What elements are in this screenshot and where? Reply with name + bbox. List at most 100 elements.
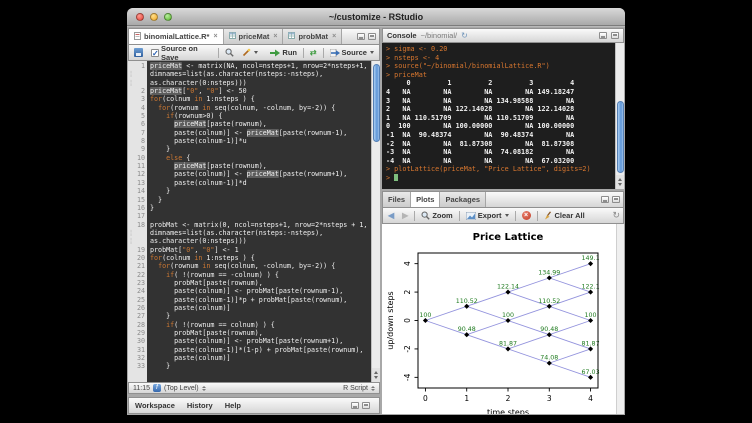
svg-text:Price Lattice: Price Lattice	[473, 232, 544, 243]
maximize-pane-icon[interactable]	[368, 33, 376, 40]
scrollbar-thumb[interactable]	[373, 64, 380, 142]
tab-files[interactable]: Files	[383, 192, 411, 207]
scrollbar-arrows[interactable]	[372, 368, 380, 382]
code-line[interactable]: priceMat <- matrix(NA, ncol=nsteps+1, nr…	[150, 62, 380, 70]
console-matrix-row: 4 NA NA NA NA 149.18247	[386, 88, 612, 97]
tab-workspace[interactable]: Workspace	[135, 401, 175, 410]
scrollbar-arrows[interactable]	[616, 175, 624, 189]
line-number: 18	[128, 221, 145, 229]
code-line[interactable]: }	[150, 204, 380, 212]
code-line[interactable]: priceMat[paste(rownum),	[150, 162, 380, 170]
up-down-icon	[202, 386, 206, 391]
code-line[interactable]: }	[150, 196, 380, 204]
code-line[interactable]: probMat[paste(rownum),	[150, 329, 380, 337]
minimize-pane-icon[interactable]	[599, 32, 607, 39]
code-line[interactable]: paste(colnum-1)]*p + probMat[paste(rownu…	[150, 296, 380, 304]
minimize-pane-icon[interactable]	[351, 402, 359, 409]
code-line[interactable]: paste(colnum-1)]*d	[150, 179, 380, 187]
window-titlebar[interactable]: ~/customize - RStudio	[127, 8, 625, 26]
code-editor[interactable]: 1¦¦23456789101112131415161718¦¦192021222…	[128, 61, 380, 382]
tab-plots[interactable]: Plots	[411, 192, 440, 207]
code-line[interactable]	[150, 212, 380, 220]
code-line[interactable]: for(colnum in 1:nsteps ) {	[150, 254, 380, 262]
find-replace-button[interactable]	[223, 47, 236, 58]
clear-all-plots-button[interactable]: Clear All	[542, 210, 587, 221]
console-scrollbar[interactable]	[615, 43, 624, 189]
code-line[interactable]: }	[150, 312, 380, 320]
svg-text:2: 2	[506, 394, 511, 403]
code-line[interactable]: paste(colnum)] <- probMat[paste(rownum+1…	[150, 337, 380, 345]
go-to-directory-icon[interactable]: ↻	[461, 31, 468, 40]
maximize-pane-icon[interactable]	[612, 196, 620, 203]
code-line[interactable]: as.character(0:nsteps)))	[150, 79, 380, 87]
source-on-save-checkbox[interactable]: ✓ Source on Save	[149, 43, 214, 63]
scrollbar-thumb[interactable]	[617, 101, 624, 173]
close-tab-icon[interactable]: ×	[332, 33, 336, 40]
editor-scrollbar[interactable]	[371, 61, 380, 382]
save-button[interactable]	[132, 47, 145, 58]
scope-selector[interactable]: (Top Level)	[164, 385, 199, 392]
close-tab-icon[interactable]: ×	[213, 33, 217, 40]
code-line[interactable]: paste(colnum)]	[150, 354, 380, 362]
code-line[interactable]: paste(colnum)] <- priceMat[paste(rownum-…	[150, 129, 380, 137]
rerun-icon: ⇄	[310, 49, 317, 57]
code-line[interactable]: if(rownum>0) {	[150, 112, 380, 120]
tab-help[interactable]: Help	[225, 401, 241, 410]
code-line[interactable]: as.character(0:nsteps)))	[150, 237, 380, 245]
code-line[interactable]: paste(colnum)]	[150, 304, 380, 312]
tab-history[interactable]: History	[187, 401, 213, 410]
code-line[interactable]: for(colnum in 1:nsteps ) {	[150, 95, 380, 103]
code-line[interactable]: paste(colnum)] <- priceMat[paste(rownum+…	[150, 170, 380, 178]
export-plot-button[interactable]: Export	[464, 210, 511, 221]
refresh-plots-icon[interactable]: ↻	[612, 210, 620, 221]
code-line[interactable]: paste(colnum-1)]*(1-p) + probMat[paste(r…	[150, 346, 380, 354]
code-line[interactable]: probMat[paste(rownum),	[150, 279, 380, 287]
console-matrix-row: 1 NA 110.51709 NA 110.51709 NA	[386, 114, 612, 123]
code-line[interactable]: priceMat["0", "0"] <- 50	[150, 87, 380, 95]
tab-binomiallattice-r-[interactable]: binomialLattice.R* ×	[129, 29, 224, 44]
code-line[interactable]: paste(colnum)] <- probMat[paste(rownum-1…	[150, 287, 380, 295]
code-line[interactable]: paste(colnum-1)]*u	[150, 137, 380, 145]
tab-packages[interactable]: Packages	[440, 192, 486, 207]
code-line[interactable]: probMat <- matrix(0, ncol=nsteps+1, nrow…	[150, 221, 380, 229]
close-window-button[interactable]	[136, 13, 144, 21]
tab-pricemat[interactable]: priceMat×	[224, 29, 284, 44]
code-line[interactable]: }	[150, 187, 380, 195]
source-button[interactable]: Source	[328, 47, 376, 58]
next-plot-button[interactable]: ▶	[400, 211, 410, 221]
zoom-plot-button[interactable]: Zoom	[419, 210, 454, 221]
minimize-pane-icon[interactable]	[357, 33, 365, 40]
code-line[interactable]: probMat["0", "0"] <- 1	[150, 246, 380, 254]
scope-icon: f	[153, 384, 161, 392]
right-column: Console ~/binomial/ ↻ > sigma <- 0.20> n…	[382, 28, 624, 414]
minimize-window-button[interactable]	[150, 13, 158, 21]
code-line[interactable]: }	[150, 362, 380, 370]
previous-plot-button[interactable]: ◀	[386, 211, 396, 221]
code-line[interactable]: priceMat[paste(rownum),	[150, 120, 380, 128]
code-line[interactable]: else {	[150, 154, 380, 162]
minimize-pane-icon[interactable]	[601, 196, 609, 203]
code-line[interactable]: for(rownum in seq(colnum, -colnum, by=-2…	[150, 262, 380, 270]
code-line[interactable]: dimnames=list(as.character(nsteps:-nstep…	[150, 70, 380, 78]
code-tools-button[interactable]	[240, 47, 260, 58]
tab-probmat[interactable]: probMat×	[283, 29, 342, 44]
svg-text:74.08: 74.08	[540, 355, 558, 362]
rerun-button[interactable]: ⇄	[308, 48, 319, 58]
plot-scrollbar[interactable]	[616, 224, 624, 414]
code-line[interactable]: if( !(rownum == -colnum) ) {	[150, 271, 380, 279]
svg-text:81.87: 81.87	[499, 340, 517, 347]
code-line[interactable]: for(rownum in seq(colnum, -colnum, by=-2…	[150, 104, 380, 112]
maximize-pane-icon[interactable]	[611, 32, 619, 39]
run-button[interactable]: Run	[268, 47, 299, 58]
code-text[interactable]: priceMat <- matrix(NA, ncol=nsteps+1, nr…	[147, 61, 380, 382]
remove-plot-button[interactable]: ×	[520, 210, 533, 221]
tab-label: binomialLattice.R*	[144, 32, 209, 41]
code-line[interactable]: if( !(rownum == colnum) ) {	[150, 321, 380, 329]
zoom-window-button[interactable]	[164, 13, 172, 21]
maximize-pane-icon[interactable]	[362, 402, 370, 409]
filetype-selector[interactable]: R Script	[343, 385, 368, 392]
console-output[interactable]: > sigma <- 0.20> nsteps <- 4> source("~/…	[382, 43, 624, 189]
code-line[interactable]: dimnames=list(as.character(nsteps:-nstep…	[150, 229, 380, 237]
close-tab-icon[interactable]: ×	[273, 33, 277, 40]
code-line[interactable]: }	[150, 145, 380, 153]
